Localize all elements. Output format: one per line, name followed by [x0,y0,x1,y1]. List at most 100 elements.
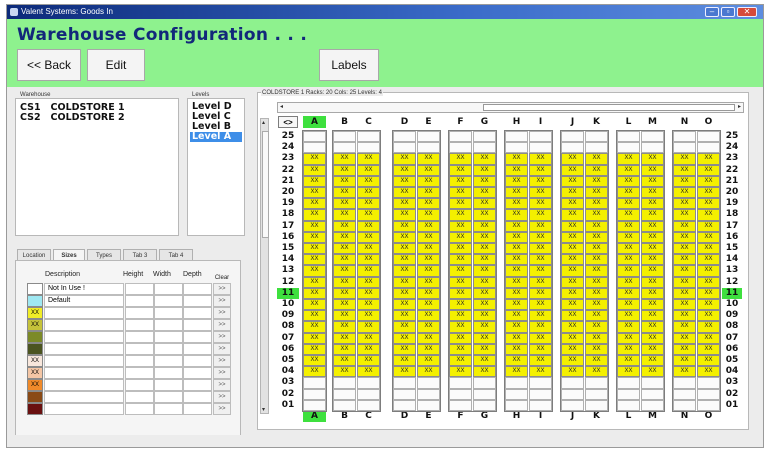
rack-slot[interactable]: XX [585,175,608,187]
rack-slot-empty[interactable] [449,399,472,411]
grid-column-header[interactable]: B [333,116,356,128]
size-width-field[interactable] [154,403,183,415]
rack-slot[interactable]: XX [641,265,664,277]
rack-slot[interactable]: XX [561,175,584,187]
rack-slot[interactable]: XX [303,276,326,288]
rack-slot[interactable]: XX [561,332,584,344]
rack-slot[interactable]: XX [473,355,496,367]
grid-row-label-right[interactable]: 19 [722,198,742,209]
rack-slot[interactable]: XX [417,243,440,255]
grid-column-header[interactable]: C [357,116,380,128]
rack-slot-empty[interactable] [561,377,584,389]
rack-slot[interactable]: XX [505,332,528,344]
rack-slot-empty[interactable] [673,388,696,400]
rack-slot[interactable]: XX [641,187,664,199]
size-width-field[interactable] [154,307,183,319]
edit-button[interactable]: Edit [87,49,145,81]
rack-slot[interactable]: XX [673,310,696,322]
grid-column-header[interactable]: J [561,116,584,128]
grid-row-label-right[interactable]: 09 [722,310,742,321]
grid-column-header[interactable]: N [673,116,696,128]
rack-slot-empty[interactable] [417,377,440,389]
rack-slot[interactable]: XX [697,321,720,333]
rack-slot[interactable]: XX [617,366,640,378]
rack-slot-empty[interactable] [393,388,416,400]
rack-slot-empty[interactable] [505,142,528,154]
rack-slot[interactable]: XX [561,220,584,232]
rack-slot[interactable]: XX [585,299,608,311]
rack-slot[interactable]: XX [449,220,472,232]
size-depth-field[interactable] [183,367,212,379]
rack-slot[interactable]: XX [333,209,356,221]
rack-slot-empty[interactable] [303,131,326,143]
size-width-field[interactable] [154,295,183,307]
rack-slot[interactable]: XX [697,198,720,210]
rack-slot-empty[interactable] [473,131,496,143]
rack-slot[interactable]: XX [333,276,356,288]
rack-slot[interactable]: XX [333,220,356,232]
rack-slot[interactable]: XX [393,299,416,311]
rack-slot[interactable]: XX [585,310,608,322]
size-go-button[interactable]: >> [213,331,231,343]
rack-slot[interactable]: XX [417,220,440,232]
rack-slot-empty[interactable] [473,377,496,389]
rack-slot[interactable]: XX [617,332,640,344]
size-description-field[interactable] [44,379,124,391]
grid-row-label-right[interactable]: 13 [722,265,742,276]
rack-slot-empty[interactable] [617,377,640,389]
rack-slot[interactable]: XX [303,343,326,355]
rack-slot[interactable]: XX [417,209,440,221]
rack-slot[interactable]: XX [333,243,356,255]
rack-slot-empty[interactable] [529,388,552,400]
rack-slot[interactable]: XX [673,287,696,299]
rack-slot-empty[interactable] [697,131,720,143]
size-description-field[interactable] [44,319,124,331]
rack-slot[interactable]: XX [473,332,496,344]
size-height-field[interactable] [125,307,154,319]
rack-slot[interactable]: XX [641,153,664,165]
horizontal-scrollbar[interactable]: ◂ ▸ [277,102,744,113]
rack-slot[interactable]: XX [393,198,416,210]
rack-slot[interactable]: XX [393,310,416,322]
rack-slot[interactable]: XX [697,187,720,199]
rack-slot-empty[interactable] [561,142,584,154]
grid-row-label[interactable]: 11 [277,287,299,299]
rack-slot[interactable]: XX [417,153,440,165]
rack-slot[interactable]: XX [505,220,528,232]
labels-button[interactable]: Labels [319,49,379,81]
grid-row-label-right[interactable]: 23 [722,153,742,164]
rack-slot[interactable]: XX [449,299,472,311]
rack-slot[interactable]: XX [357,321,380,333]
grid-row-label[interactable]: 21 [277,176,299,187]
rack-slot[interactable]: XX [617,321,640,333]
rack-slot[interactable]: XX [357,366,380,378]
grid-row-label-right[interactable]: 18 [722,209,742,220]
rack-slot-empty[interactable] [333,142,356,154]
rack-slot[interactable]: XX [449,287,472,299]
rack-slot[interactable]: XX [529,276,552,288]
rack-slot[interactable]: XX [585,254,608,266]
rack-slot[interactable]: XX [303,243,326,255]
rack-slot[interactable]: XX [697,310,720,322]
rack-slot[interactable]: XX [303,220,326,232]
levels-list[interactable]: Level D Level C Level B Level A [187,98,245,236]
rack-slot[interactable]: XX [449,366,472,378]
rack-slot[interactable]: XX [585,321,608,333]
rack-slot[interactable]: XX [303,164,326,176]
rack-slot[interactable]: XX [585,366,608,378]
rack-slot[interactable]: XX [357,254,380,266]
rack-slot[interactable]: XX [617,343,640,355]
rack-slot-empty[interactable] [585,388,608,400]
rack-slot[interactable]: XX [529,231,552,243]
rack-slot[interactable]: XX [505,321,528,333]
rack-slot[interactable]: XX [417,287,440,299]
grid-row-label-right[interactable]: 15 [722,243,742,254]
rack-slot[interactable]: XX [473,175,496,187]
rack-slot[interactable]: XX [529,164,552,176]
rack-slot[interactable]: XX [303,265,326,277]
rack-slot[interactable]: XX [303,187,326,199]
rack-slot[interactable]: XX [617,220,640,232]
rack-slot[interactable]: XX [561,231,584,243]
rack-slot[interactable]: XX [617,276,640,288]
grid-row-label-right[interactable]: 03 [722,377,742,388]
